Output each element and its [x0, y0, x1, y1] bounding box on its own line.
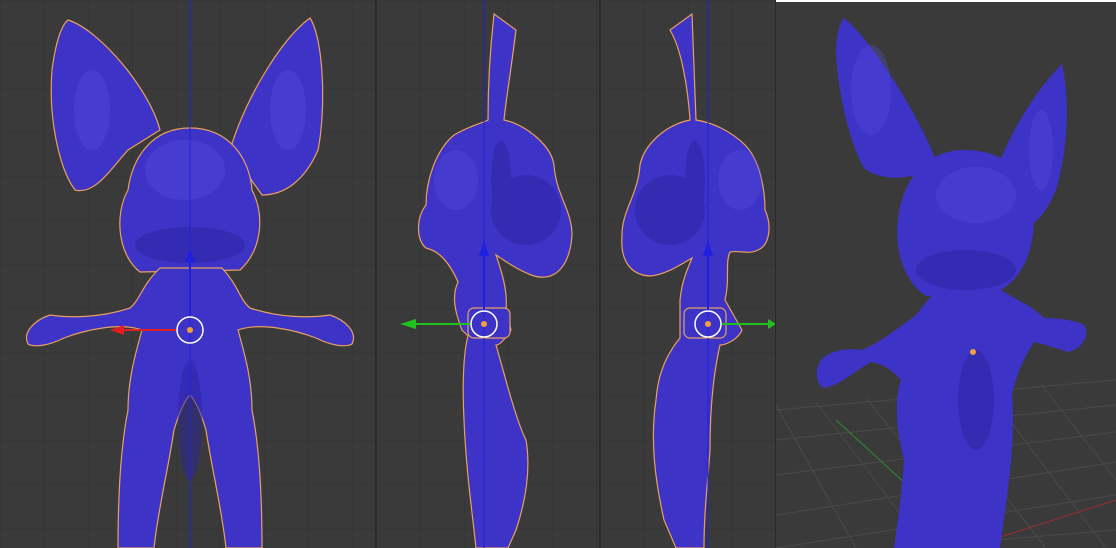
origin-dot	[705, 321, 711, 327]
mesh-highlight	[718, 150, 762, 210]
viewport-side-left[interactable]	[376, 0, 600, 548]
viewport-side-left-canvas[interactable]	[376, 0, 600, 548]
viewport-top-border	[776, 0, 1116, 2]
origin-dot	[187, 327, 193, 333]
viewport-front-canvas[interactable]	[0, 0, 376, 548]
viewport-perspective-canvas[interactable]	[776, 0, 1116, 548]
viewport-perspective[interactable]	[776, 0, 1116, 548]
viewport-front[interactable]	[0, 0, 376, 548]
viewport-side-right[interactable]	[600, 0, 776, 548]
mesh-highlight	[434, 150, 478, 210]
origin-dot	[970, 349, 976, 355]
origin-dot	[481, 321, 487, 327]
viewport-side-right-canvas[interactable]	[600, 0, 776, 548]
